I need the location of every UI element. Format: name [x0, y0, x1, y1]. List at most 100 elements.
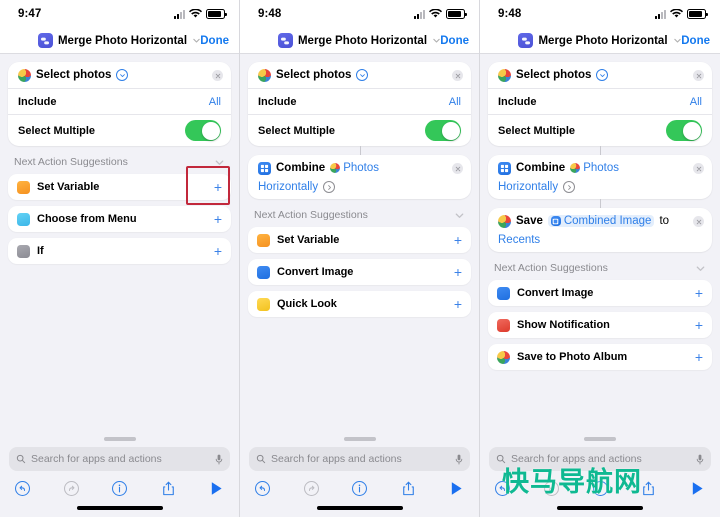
param-value[interactable]: All [449, 96, 461, 108]
param-row-select-multiple[interactable]: Select Multiple [248, 114, 471, 146]
shortcut-title-group[interactable]: Merge Photo Horizontal [518, 33, 681, 48]
info-icon[interactable] [111, 480, 128, 497]
param-value[interactable]: All [690, 96, 702, 108]
suggestion-item[interactable]: Set Variable + [8, 174, 231, 200]
shortcut-title-group[interactable]: Merge Photo Horizontal [277, 33, 441, 48]
select-multiple-toggle[interactable] [425, 120, 461, 141]
close-icon[interactable] [452, 70, 463, 81]
microphone-icon[interactable] [696, 454, 704, 465]
plus-icon[interactable]: + [214, 244, 222, 258]
suggestions-title: Next Action Suggestions [14, 156, 128, 168]
select-multiple-toggle[interactable] [666, 120, 702, 141]
sheet-grabber[interactable] [343, 437, 376, 441]
search-input[interactable]: Search for apps and actions [249, 447, 470, 471]
suggestion-item[interactable]: Show Notification + [488, 312, 712, 338]
share-icon[interactable] [640, 480, 657, 497]
action-card-select-photos[interactable]: Select photos Include All Select Multipl… [488, 62, 712, 146]
plus-icon[interactable]: + [695, 318, 703, 332]
action-token-combined-image[interactable]: Combined Image [547, 215, 655, 227]
plus-icon[interactable]: + [695, 286, 703, 300]
action-title: Combine [276, 162, 326, 174]
undo-icon[interactable] [14, 480, 31, 497]
chevron-down-icon[interactable] [673, 36, 682, 45]
sheet-grabber[interactable] [103, 437, 136, 441]
suggestion-item[interactable]: If + [8, 238, 231, 264]
suggestion-item[interactable]: Choose from Menu + [8, 206, 231, 232]
microphone-icon[interactable] [215, 454, 223, 465]
param-label: Select Multiple [18, 124, 96, 137]
action-header[interactable]: Select photos [488, 62, 712, 88]
action-header[interactable]: Select photos [248, 62, 471, 88]
done-button[interactable]: Done [681, 35, 710, 47]
suggestion-item[interactable]: Convert Image + [488, 280, 712, 306]
play-icon[interactable] [689, 480, 706, 497]
close-icon[interactable] [452, 163, 463, 174]
close-icon[interactable] [693, 163, 704, 174]
chevron-down-icon[interactable] [214, 157, 225, 168]
suggestion-item[interactable]: Set Variable + [248, 227, 471, 253]
plus-icon[interactable]: + [454, 297, 462, 311]
action-param-orientation[interactable]: Horizontally [248, 181, 471, 199]
status-indicators [414, 9, 467, 19]
token-label: Photos [343, 162, 380, 174]
param-row-select-multiple[interactable]: Select Multiple [8, 114, 231, 146]
play-icon[interactable] [208, 480, 225, 497]
action-card-save[interactable]: Save Combined Image to Recents [488, 208, 712, 252]
suggestion-item[interactable]: Save to Photo Album + [488, 344, 712, 370]
param-label: Recents [498, 234, 541, 246]
shortcut-editor-2: Select photos Include All Select Multipl… [240, 54, 479, 433]
search-input[interactable]: Search for apps and actions [9, 447, 230, 471]
action-header[interactable]: Select photos [8, 62, 231, 88]
close-icon[interactable] [693, 70, 704, 81]
action-header[interactable]: Combine Photos [488, 155, 712, 181]
action-card-select-photos[interactable]: Select photos Include All Select Multipl… [8, 62, 231, 146]
plus-icon[interactable]: + [454, 233, 462, 247]
action-token-photos[interactable]: Photos [570, 162, 619, 174]
plus-icon[interactable]: + [454, 265, 462, 279]
action-param-album[interactable]: Recents [488, 234, 712, 252]
sheet-grabber[interactable] [584, 437, 616, 441]
param-row-include[interactable]: Include All [248, 88, 471, 114]
info-icon[interactable] [351, 480, 368, 497]
share-icon[interactable] [400, 480, 417, 497]
suggestion-item[interactable]: Quick Look + [248, 291, 471, 317]
chevron-down-circle-icon[interactable] [116, 69, 129, 81]
chevron-down-circle-icon[interactable] [596, 69, 609, 81]
close-icon[interactable] [693, 216, 704, 227]
shortcut-title-group[interactable]: Merge Photo Horizontal [37, 33, 201, 48]
suggestions-header[interactable]: Next Action Suggestions [248, 199, 471, 227]
action-header[interactable]: Combine Photos [248, 155, 471, 181]
action-card-combine[interactable]: Combine Photos Horizontally [488, 155, 712, 199]
action-card-combine[interactable]: Combine Photos Horizontally [248, 155, 471, 199]
done-button[interactable]: Done [200, 35, 229, 47]
plus-icon[interactable]: + [214, 180, 222, 194]
suggestion-item[interactable]: Convert Image + [248, 259, 471, 285]
close-icon[interactable] [212, 70, 223, 81]
page-title: Merge Photo Horizontal [57, 34, 188, 47]
action-card-select-photos[interactable]: Select photos Include All Select Multipl… [248, 62, 471, 146]
action-param-orientation[interactable]: Horizontally [488, 181, 712, 199]
select-multiple-toggle[interactable] [185, 120, 221, 141]
chevron-down-circle-icon[interactable] [356, 69, 369, 81]
action-header[interactable]: Save Combined Image to [488, 208, 712, 234]
done-button[interactable]: Done [440, 35, 469, 47]
chevron-right-circle-icon[interactable] [323, 181, 336, 193]
action-token-photos[interactable]: Photos [330, 162, 379, 174]
share-icon[interactable] [160, 480, 177, 497]
param-row-include[interactable]: Include All [8, 88, 231, 114]
undo-icon[interactable] [254, 480, 271, 497]
chevron-down-icon[interactable] [454, 210, 465, 221]
chevron-down-icon[interactable] [695, 263, 706, 274]
param-row-include[interactable]: Include All [488, 88, 712, 114]
param-value[interactable]: All [209, 96, 221, 108]
suggestions-header[interactable]: Next Action Suggestions [488, 252, 712, 280]
microphone-icon[interactable] [455, 454, 463, 465]
plus-icon[interactable]: + [214, 212, 222, 226]
param-row-select-multiple[interactable]: Select Multiple [488, 114, 712, 146]
menu-icon [17, 212, 30, 226]
action-connector [600, 199, 601, 208]
plus-icon[interactable]: + [695, 350, 703, 364]
suggestions-header[interactable]: Next Action Suggestions [8, 146, 231, 174]
chevron-right-circle-icon[interactable] [563, 181, 576, 193]
play-icon[interactable] [448, 480, 465, 497]
